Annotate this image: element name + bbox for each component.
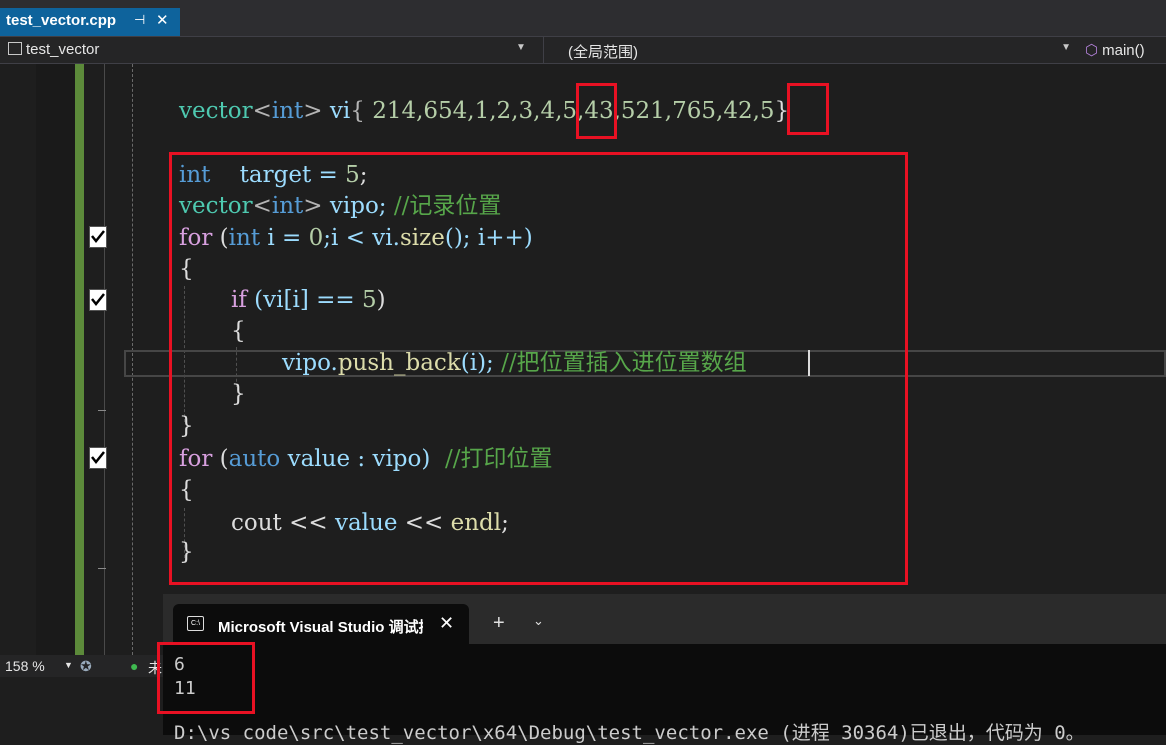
annotation-box	[576, 83, 617, 139]
code-editor[interactable]: vector<int> vi{ 214,654,1,2,3,4,5,43,521…	[0, 64, 1166, 655]
outline-line	[104, 64, 105, 655]
navigation-bar: test_vector ▼ (全局范围) ▼ ⬡ main()	[0, 36, 1166, 64]
copilot-icon[interactable]: ✪	[80, 658, 92, 675]
console-tab-bar: C:\ Microsoft Visual Studio 调试控制台 ✕ + ⌄	[163, 594, 1166, 644]
check-circle-icon: ●	[130, 658, 139, 674]
annotation-box	[787, 83, 829, 135]
chevron-down-icon[interactable]: ⌄	[533, 614, 544, 629]
close-icon[interactable]: ✕	[156, 11, 169, 29]
chevron-down-icon[interactable]: ▼	[64, 660, 73, 670]
new-tab-button[interactable]: +	[493, 612, 505, 635]
chevron-down-icon: ▼	[1061, 42, 1071, 53]
editor-status-bar: 158 % ▼ ✪ ● 未	[0, 655, 165, 677]
tab-test-vector-cpp[interactable]: test_vector.cpp ⊣ ✕	[0, 8, 180, 36]
zoom-level[interactable]: 158 %	[5, 658, 45, 674]
close-icon[interactable]: ✕	[439, 613, 454, 634]
console-tab[interactable]: C:\ Microsoft Visual Studio 调试控制台 ✕	[173, 604, 469, 644]
annotation-box	[169, 152, 908, 585]
console-title: Microsoft Visual Studio 调试控制台	[218, 619, 423, 636]
cube-icon: ⬡	[1085, 42, 1099, 59]
outline-tick	[98, 410, 106, 411]
code-line-vector-init: vector<int> vi{ 214,654,1,2,3,4,5,43,521…	[179, 98, 790, 124]
debug-console-window[interactable]: C:\ Microsoft Visual Studio 调试控制台 ✕ + ⌄ …	[157, 594, 1166, 744]
terminal-icon: C:\	[187, 616, 204, 631]
function-label: main()	[1102, 42, 1145, 59]
collapse-checkbox[interactable]	[89, 226, 107, 248]
project-dropdown[interactable]: test_vector	[8, 41, 99, 58]
chevron-down-icon[interactable]: ▼	[516, 42, 526, 53]
tab-label: test_vector.cpp	[6, 12, 117, 29]
line-number-gutter	[36, 64, 75, 655]
collapse-checkbox[interactable]	[89, 289, 107, 311]
outline-tick	[98, 568, 106, 569]
project-icon	[8, 42, 22, 55]
project-label: test_vector	[26, 41, 100, 58]
tab-bar: test_vector.cpp ⊣ ✕	[0, 0, 1166, 36]
change-tracking-bar	[75, 64, 84, 655]
console-exit-line: D:\vs code\src\test_vector\x64\Debug\tes…	[174, 722, 1085, 744]
lower-panel	[0, 677, 165, 735]
function-dropdown[interactable]: ⬡ main()	[1085, 41, 1145, 59]
collapse-checkbox[interactable]	[89, 447, 107, 469]
scope-label: (全局范围)	[568, 44, 638, 61]
scope-dropdown[interactable]: (全局范围) ▼	[543, 37, 1079, 63]
pin-icon[interactable]: ⊣	[134, 12, 145, 28]
annotation-box	[157, 642, 255, 714]
